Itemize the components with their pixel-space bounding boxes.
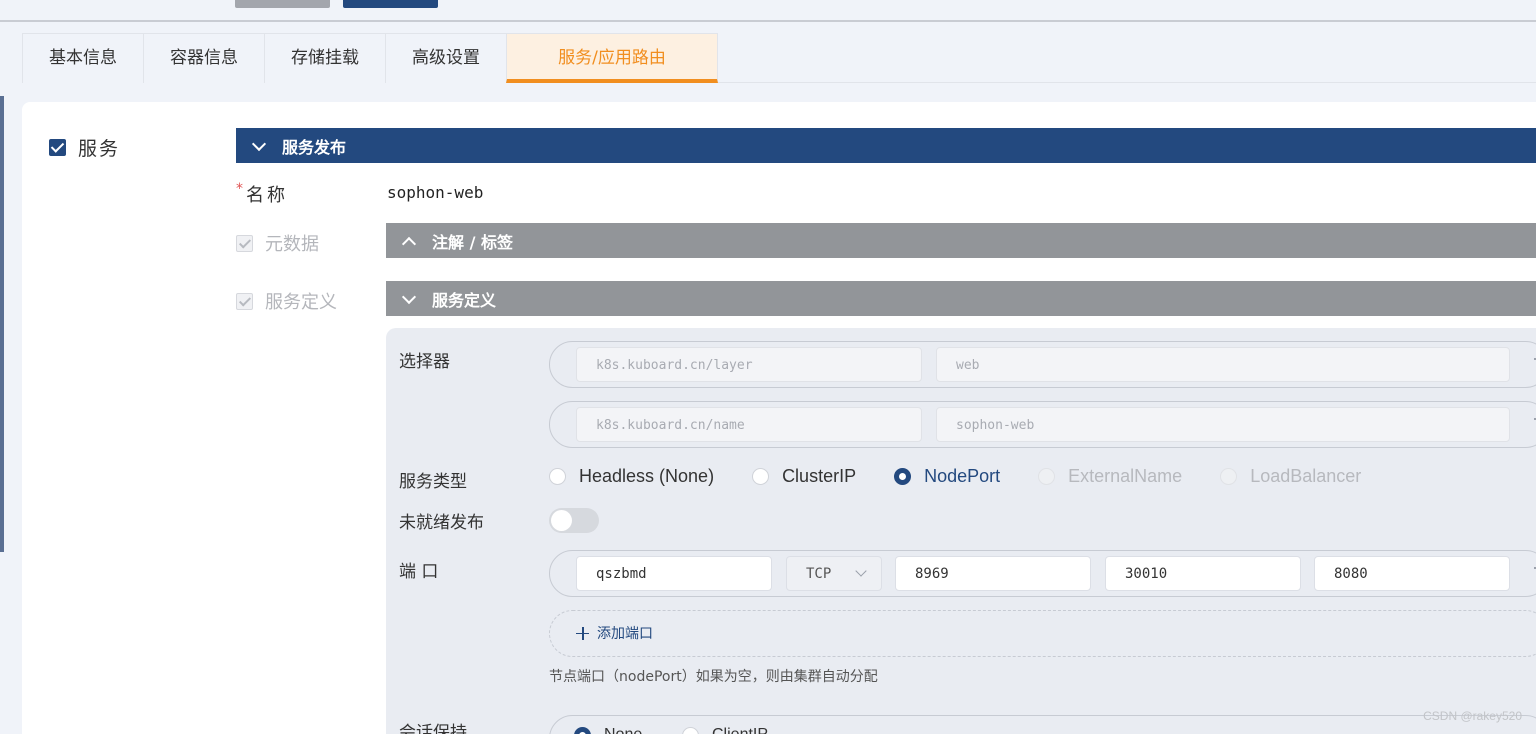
watermark: CSDN @rakey520 <box>1423 709 1522 723</box>
port-row: qszbmd TCP 8969 30010 8080 <box>549 550 1536 597</box>
definition-label: 服务定义 <box>265 292 337 313</box>
save-button[interactable] <box>343 0 438 8</box>
unready-publish-toggle[interactable] <box>549 508 599 533</box>
chevron-down-icon <box>855 565 867 577</box>
selector-key-input[interactable]: k8s.kuboard.cn/layer <box>576 347 922 382</box>
required-asterisk: * <box>236 181 243 197</box>
tab-container-info[interactable]: 容器信息 <box>143 33 265 83</box>
add-port-button[interactable]: 添加端口 <box>576 623 653 643</box>
radio-headless[interactable]: Headless (None) <box>549 466 714 487</box>
checkbox-disabled-icon <box>236 292 253 310</box>
definition-checkbox: 服务定义 <box>236 288 337 314</box>
metadata-label: 元数据 <box>265 234 319 255</box>
annotations-labels-header[interactable]: 注解 / 标签 <box>386 223 1536 258</box>
node-port-input[interactable]: 30010 <box>1105 556 1301 591</box>
selector-value-input[interactable]: web <box>936 347 1510 382</box>
plus-icon <box>576 626 589 640</box>
session-affinity-row: None ClientIP <box>549 715 1536 734</box>
top-action-strip <box>0 0 1536 22</box>
chevron-down-icon <box>402 292 416 306</box>
tab-basic-info[interactable]: 基本信息 <box>22 33 144 83</box>
service-checkbox-label: 服务 <box>78 138 121 160</box>
checkbox-disabled-icon <box>236 234 253 252</box>
tab-storage-mount[interactable]: 存储挂载 <box>264 33 386 83</box>
port-name-input[interactable]: qszbmd <box>576 556 772 591</box>
radio-unchecked-icon <box>549 468 566 485</box>
chevron-up-icon <box>402 234 416 248</box>
radio-externalname: ExternalName <box>1038 466 1182 487</box>
selector-key-input[interactable]: k8s.kuboard.cn/name <box>576 407 922 442</box>
tab-service-route[interactable]: 服务/应用路由 <box>506 33 718 83</box>
radio-checked-icon <box>574 726 591 734</box>
service-publish-title: 服务发布 <box>282 137 347 157</box>
service-checkbox[interactable]: 服务 <box>49 134 120 161</box>
protocol-select[interactable]: TCP <box>786 556 882 591</box>
selector-value-input[interactable]: sophon-web <box>936 407 1510 442</box>
service-publish-header[interactable]: 服务发布 <box>236 128 1536 163</box>
radio-unchecked-icon <box>682 726 699 734</box>
radio-checked-icon <box>894 468 912 485</box>
node-port-hint: 节点端口（nodePort）如果为空，则由集群自动分配 <box>549 669 878 685</box>
metadata-checkbox: 元数据 <box>236 230 319 256</box>
radio-disabled-icon <box>1038 468 1056 485</box>
name-label: * 名称 <box>236 181 288 206</box>
selector-label: 选择器 <box>399 352 450 372</box>
radio-disabled-icon <box>1220 468 1238 485</box>
radio-loadbalancer: LoadBalancer <box>1220 466 1361 487</box>
selector-row: k8s.kuboard.cn/layer web <box>549 341 1536 388</box>
port-input[interactable]: 8969 <box>895 556 1091 591</box>
tab-advanced-settings[interactable]: 高级设置 <box>385 33 507 83</box>
service-type-label: 服务类型 <box>399 472 467 492</box>
session-affinity-label: 会话保持 <box>399 723 467 734</box>
annotations-labels-title: 注解 / 标签 <box>432 232 513 252</box>
cancel-button[interactable] <box>235 0 330 8</box>
add-port-row[interactable] <box>549 610 1536 657</box>
chevron-down-icon <box>252 139 266 153</box>
checkbox-checked-icon[interactable] <box>49 139 66 156</box>
radio-nodeport[interactable]: NodePort <box>894 466 1000 487</box>
unready-publish-label: 未就绪发布 <box>399 513 484 533</box>
toggle-knob <box>551 510 572 531</box>
port-label: 端 口 <box>399 562 439 582</box>
service-type-radio-group: Headless (None) ClusterIP NodePort Exter… <box>549 466 1399 487</box>
selector-row: k8s.kuboard.cn/name sophon-web <box>549 401 1536 448</box>
radio-session-clientip[interactable]: ClientIP <box>682 726 768 734</box>
service-name-value: sophon-web <box>387 183 484 202</box>
tab-bar: 基本信息 容器信息 存储挂载 高级设置 服务/应用路由 <box>22 33 1536 83</box>
service-definition-title: 服务定义 <box>432 290 497 310</box>
radio-unchecked-icon <box>752 468 770 485</box>
service-definition-header[interactable]: 服务定义 <box>386 281 1536 316</box>
target-port-input[interactable]: 8080 <box>1314 556 1510 591</box>
left-scroll-edge <box>0 96 4 552</box>
radio-session-none[interactable]: None <box>574 726 642 734</box>
radio-clusterip[interactable]: ClusterIP <box>752 466 856 487</box>
